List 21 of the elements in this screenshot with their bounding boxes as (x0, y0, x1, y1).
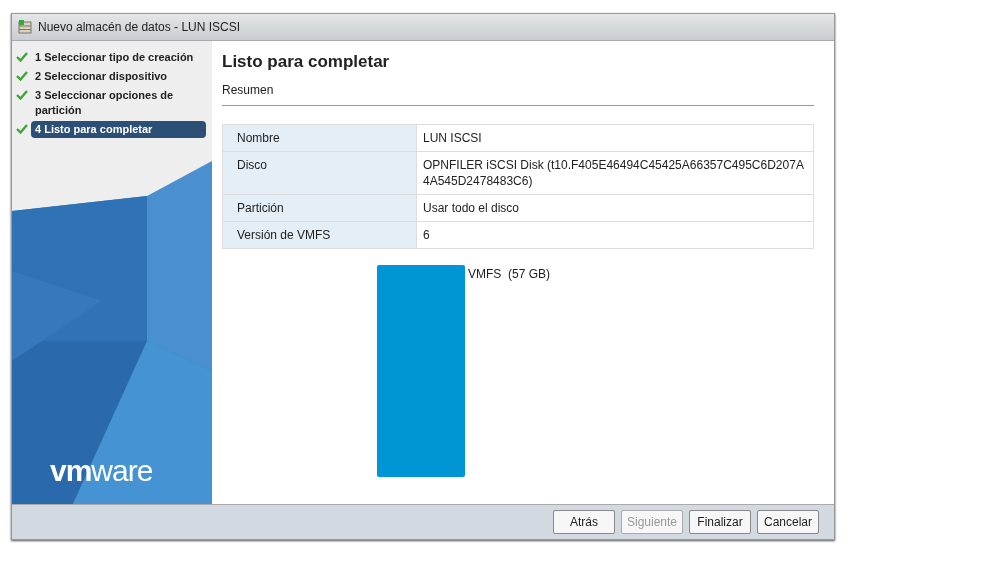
window-title: Nuevo almacén de datos - LUN ISCSI (38, 19, 241, 36)
wizard-step[interactable]: 1 Seleccionar tipo de creación (31, 49, 206, 66)
vmware-logo: vmware (50, 456, 153, 486)
dialog-button[interactable]: Cancelar (757, 510, 819, 534)
wizard-step[interactable]: 2 Seleccionar dispositivo (31, 68, 206, 85)
field-label: Partición (222, 194, 417, 221)
field-label: Disco (222, 151, 417, 194)
partition-label: VMFS (57 GB) (468, 265, 550, 283)
field-value: Usar todo el disco (416, 194, 814, 221)
wizard-step[interactable]: 4 Listo para completar (31, 121, 206, 138)
datastore-icon (18, 20, 32, 34)
page-subtitle: Resumen (222, 82, 274, 97)
page-title: Listo para completar (222, 51, 391, 73)
wizard-step[interactable]: 3 Seleccionar opciones de partición (31, 87, 206, 119)
dialog-button[interactable]: Atrás (553, 510, 615, 534)
dialog-button[interactable]: Finalizar (689, 510, 751, 534)
field-value: LUN ISCSI (416, 124, 814, 151)
field-label: Nombre (222, 124, 417, 151)
field-value: 6 (416, 221, 814, 248)
field-value: OPNFILER iSCSI Disk (t10.F405E46494C45425A66357C495C6D207A4A545D2478483C6) (416, 151, 814, 194)
field-label: Versión de VMFS (222, 221, 417, 248)
